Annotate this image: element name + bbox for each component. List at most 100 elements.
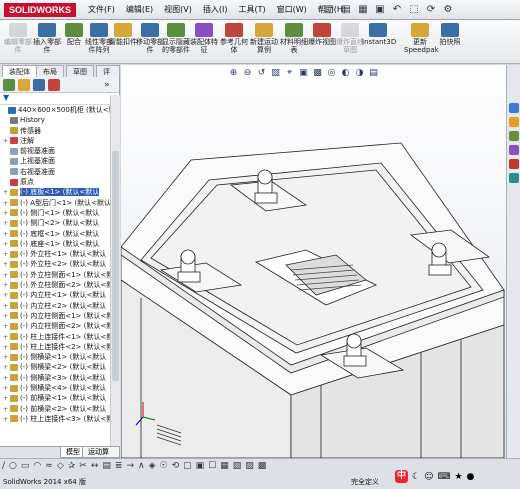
- tree-item[interactable]: + (-) 侧门<1> (默认<默认: [0, 208, 119, 218]
- ribbon-button-13[interactable]: Instant3D: [362, 23, 396, 46]
- tree-item[interactable]: + (-) 侧门<2> (默认<默认: [0, 218, 119, 228]
- menu-item-1[interactable]: 编辑(E): [126, 4, 153, 15]
- ribbon-button-7[interactable]: 装配体特征: [188, 23, 220, 54]
- tab-2[interactable]: 草图: [66, 65, 94, 77]
- menu-item-3[interactable]: 插入(I): [203, 4, 228, 15]
- sketch-tool-icon[interactable]: ◠: [33, 461, 41, 473]
- ime-logo[interactable]: 中: [395, 470, 408, 483]
- display-style-icon[interactable]: ▩: [312, 68, 323, 79]
- menu-item-5[interactable]: 窗口(W): [277, 4, 307, 15]
- menu-item-4[interactable]: 工具(T): [238, 4, 265, 15]
- tree-item[interactable]: 右视基准面: [0, 167, 119, 177]
- expand-icon[interactable]: +: [3, 415, 10, 425]
- menu-item-0[interactable]: 文件(F): [88, 4, 115, 15]
- feature-tree-icon[interactable]: [3, 79, 15, 91]
- tree-item[interactable]: 440×600×500机柜 (默认<默认_显示: [0, 105, 119, 115]
- task-pane-icon[interactable]: [509, 103, 519, 113]
- view-settings-icon[interactable]: ▤: [368, 68, 379, 79]
- sketch-tool-icon[interactable]: ✰: [68, 461, 76, 473]
- sketch-tool-icon[interactable]: ◈: [149, 461, 156, 473]
- zoom-area-icon[interactable]: ⊖: [242, 68, 253, 79]
- sketch-tool-icon[interactable]: ≣: [115, 461, 123, 473]
- tree-item[interactable]: + (-) 柱上连接件<2> (默认<默认: [0, 342, 119, 352]
- sketch-tool-icon[interactable]: ◇: [57, 461, 64, 473]
- sketch-tool-icon[interactable]: ▦: [220, 461, 229, 473]
- save-icon[interactable]: ▦: [356, 3, 370, 17]
- apply-scene-icon[interactable]: ◑: [354, 68, 365, 79]
- display-manager-icon[interactable]: [48, 79, 60, 91]
- tree-item[interactable]: + (-) 外立柱侧面<2> (默认<默认: [0, 280, 119, 290]
- dynamic-annotation-icon[interactable]: ⌖: [284, 68, 295, 79]
- tree-item[interactable]: + (-) 侧横梁<4> (默认<默认: [0, 383, 119, 393]
- tab-3[interactable]: 评估: [96, 65, 120, 88]
- sketch-tool-icon[interactable]: ○: [9, 461, 17, 473]
- tab-1[interactable]: 布局: [36, 65, 64, 77]
- options-icon[interactable]: ⚙: [441, 3, 455, 17]
- sketch-tool-icon[interactable]: ▢: [183, 461, 192, 473]
- tree-item[interactable]: + (-) 外立柱<1> (默认<默认: [0, 249, 119, 259]
- tree-item[interactable]: + (-) 外立柱侧面<1> (默认<默认: [0, 270, 119, 280]
- open-icon[interactable]: ▤: [339, 3, 353, 17]
- cabinet-model[interactable]: [121, 65, 506, 458]
- tree-item[interactable]: 前视基准面: [0, 146, 119, 156]
- sketch-tool-icon[interactable]: ∧: [138, 461, 145, 473]
- sketch-tool-icon[interactable]: ↔: [91, 461, 99, 473]
- new-icon[interactable]: □: [322, 3, 336, 17]
- view-orientation-icon[interactable]: ▣: [298, 68, 309, 79]
- tree-item[interactable]: + (-) 侧横梁<3> (默认<默认: [0, 373, 119, 383]
- expand-panel-icon[interactable]: »: [104, 79, 114, 91]
- task-pane-icon[interactable]: [509, 173, 519, 183]
- tree-item[interactable]: + (-) 底板<1> (默认<默认: [0, 187, 119, 197]
- filter-icon[interactable]: ▼: [0, 93, 119, 105]
- sketch-tool-icon[interactable]: ☐: [208, 461, 216, 473]
- hide-show-icon[interactable]: ◎: [326, 68, 337, 79]
- ribbon-button-8[interactable]: 参考几何体: [218, 23, 250, 54]
- ime-button[interactable]: ●: [467, 472, 475, 482]
- task-pane-icon[interactable]: [509, 131, 519, 141]
- sketch-tool-icon[interactable]: ⟲: [172, 461, 180, 473]
- sketch-tool-icon[interactable]: ▤: [102, 461, 111, 473]
- previous-view-icon[interactable]: ↺: [256, 68, 267, 79]
- ime-button[interactable]: ★: [454, 472, 462, 482]
- undo-icon[interactable]: ↶: [390, 3, 404, 17]
- sketch-tool-icon[interactable]: ▩: [258, 461, 267, 473]
- sketch-tool-icon[interactable]: ☉: [160, 461, 168, 473]
- sketch-tool-icon[interactable]: ✂: [79, 461, 87, 473]
- edit-appearance-icon[interactable]: ◐: [340, 68, 351, 79]
- zoom-fit-icon[interactable]: ⊕: [228, 68, 239, 79]
- select-icon[interactable]: ⬚: [407, 3, 421, 17]
- rebuild-icon[interactable]: ⟳: [424, 3, 438, 17]
- tree-item[interactable]: 原点: [0, 177, 119, 187]
- scrollbar-thumb[interactable]: [112, 151, 119, 381]
- ime-button[interactable]: ☺: [424, 472, 433, 482]
- task-pane-icon[interactable]: [509, 159, 519, 169]
- tree-item[interactable]: + (-) 侧横梁<2> (默认<默认: [0, 362, 119, 372]
- sketch-tool-icon[interactable]: ∕: [2, 461, 5, 473]
- tree-item[interactable]: 上视基准面: [0, 156, 119, 166]
- sketch-tool-icon[interactable]: ▨: [245, 461, 254, 473]
- property-manager-icon[interactable]: [18, 79, 30, 91]
- tree-item[interactable]: + (-) 底框<1> (默认<默认: [0, 229, 119, 239]
- sketch-tool-icon[interactable]: ▭: [21, 461, 30, 473]
- tree-item[interactable]: + (-) 外立柱<2> (默认<默认: [0, 259, 119, 269]
- tree-item[interactable]: + (-) 前横梁<2> (默认<默认: [0, 404, 119, 414]
- tree-item[interactable]: + (-) 底座<1> (默认<默认: [0, 239, 119, 249]
- sketch-tool-icon[interactable]: →: [126, 461, 134, 473]
- ribbon-button-14[interactable]: 更新 Speedpak: [404, 23, 439, 54]
- task-pane-icon[interactable]: [509, 117, 519, 127]
- print-icon[interactable]: ▣: [373, 3, 387, 17]
- ime-button[interactable]: ⌨: [437, 472, 450, 482]
- tree-item[interactable]: + (-) 内立柱<2> (默认<默认: [0, 301, 119, 311]
- tree-item[interactable]: + (-) 内立柱<1> (默认<默认: [0, 290, 119, 300]
- tree-item[interactable]: + (-) 柱上连接件<1> (默认<默认: [0, 332, 119, 342]
- tree-item[interactable]: + 注解: [0, 136, 119, 146]
- menu-item-2[interactable]: 视图(V): [164, 4, 192, 15]
- task-pane-icon[interactable]: [509, 145, 519, 155]
- tree-item[interactable]: + (-) 侧横梁<1> (默认<默认: [0, 352, 119, 362]
- solidworks-logo[interactable]: SOLIDWORKS: [4, 3, 76, 17]
- tree-item[interactable]: 传感器: [0, 126, 119, 136]
- tree-item[interactable]: + (-) 柱上连接件<3> (默认<默认: [0, 414, 119, 424]
- sketch-tool-icon[interactable]: ▧: [233, 461, 242, 473]
- tree-item[interactable]: + (-) 内立柱侧面<2> (默认<默认: [0, 321, 119, 331]
- bottom-tab-1[interactable]: 运动算例 1: [82, 447, 120, 467]
